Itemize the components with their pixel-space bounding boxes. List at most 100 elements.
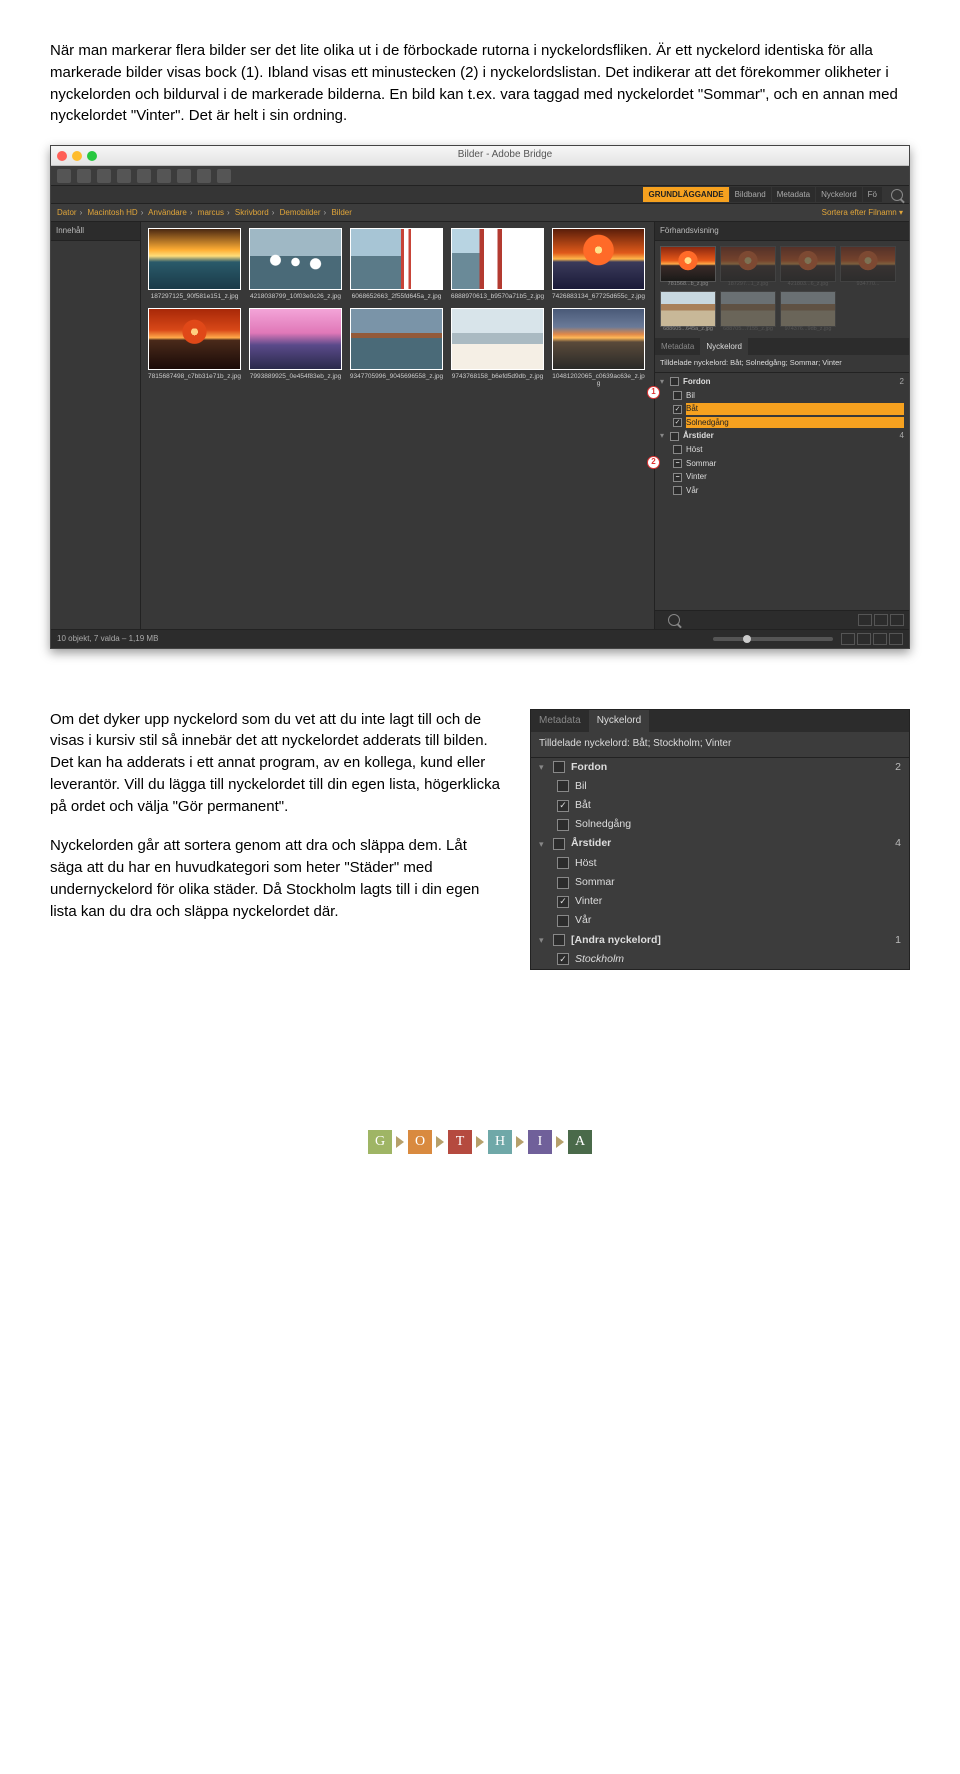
rotate-cw-icon[interactable] — [197, 169, 211, 183]
keyword-category[interactable]: ▾Årstider4 — [531, 834, 909, 853]
keyword-item-italic[interactable]: Stockholm — [531, 950, 909, 969]
content-panel: Innehåll — [51, 222, 141, 629]
keyword-item[interactable]: Bil — [531, 777, 909, 796]
checkbox-icon[interactable] — [673, 391, 682, 400]
checkbox-mixed-icon[interactable] — [673, 473, 682, 482]
new-subkeyword-icon[interactable] — [874, 614, 888, 626]
thumbnail-item[interactable]: 7426883134_67725d655c_z.jpg — [551, 228, 646, 300]
keyword-category-other[interactable]: ▾[Andra nyckelord]1 — [531, 931, 909, 950]
keyword-item[interactable]: Solnedgång — [531, 815, 909, 834]
rotate-ccw-icon[interactable] — [177, 169, 191, 183]
checkbox-icon[interactable] — [553, 838, 565, 850]
checkbox-icon[interactable] — [557, 819, 569, 831]
zoom-icon[interactable] — [87, 151, 97, 161]
thumbnail-item[interactable]: 4218038799_10f03e0c26_z.jpg — [248, 228, 343, 300]
keyword-item[interactable]: Sommar — [655, 457, 909, 471]
output-icon[interactable] — [157, 169, 171, 183]
thumbnail-item[interactable]: 9743768158_b6efd5d9db_z.jpg — [450, 308, 545, 387]
refine-icon[interactable] — [137, 169, 151, 183]
grid-view-icon[interactable] — [841, 633, 855, 645]
thumbnail-item[interactable]: 7815687498_c7bb31e71b_z.jpg — [147, 308, 242, 387]
lock-view-icon[interactable] — [857, 633, 871, 645]
keyword-item[interactable]: Vinter — [655, 470, 909, 484]
checkbox-icon[interactable] — [673, 445, 682, 454]
new-keyword-icon[interactable] — [858, 614, 872, 626]
keyword-item[interactable]: Solnedgång — [655, 416, 909, 430]
thumbnail-item[interactable]: 7993889925_0e454f83eb_z.jpg — [248, 308, 343, 387]
keyword-item[interactable]: Vår — [531, 911, 909, 930]
crumb-users[interactable]: Användare — [148, 208, 187, 217]
keyword-item[interactable]: Bil — [655, 389, 909, 403]
minimize-icon[interactable] — [72, 151, 82, 161]
checkbox-icon[interactable] — [553, 934, 565, 946]
checkbox-checked-icon[interactable] — [673, 418, 682, 427]
delete-keyword-icon[interactable] — [890, 614, 904, 626]
checkbox-icon[interactable] — [557, 857, 569, 869]
close-icon[interactable] — [57, 151, 67, 161]
keyword-category[interactable]: ▾Årstider4 — [655, 429, 909, 443]
crumb-computer[interactable]: Dator — [57, 208, 77, 217]
thumbnail-item[interactable]: 9347705996_9045696558_z.jpg — [349, 308, 444, 387]
tab-filmstrip[interactable]: Bildband — [730, 187, 771, 203]
tab-metadata[interactable]: Metadata — [772, 187, 815, 203]
checkbox-checked-icon[interactable] — [557, 953, 569, 965]
tab-metadata-sub[interactable]: Metadata — [655, 338, 700, 356]
reveal-icon[interactable] — [97, 169, 111, 183]
search-field[interactable] — [891, 189, 903, 201]
back-icon[interactable] — [57, 169, 71, 183]
keyword-item[interactable]: Båt — [531, 796, 909, 815]
checkbox-icon[interactable] — [557, 877, 569, 889]
keyword-category[interactable]: ▾Fordon2 — [655, 375, 909, 389]
checkbox-mixed-icon[interactable] — [673, 459, 682, 468]
preview-thumb[interactable]: 688705...7155_z.jpg — [720, 291, 776, 333]
tab-keywords-sub[interactable]: Nyckelord — [700, 338, 748, 356]
tab-keywords-sub2[interactable]: Nyckelord — [589, 710, 649, 733]
crumb-disk[interactable]: Macintosh HD — [87, 208, 137, 217]
crumb-demobilder[interactable]: Demobilder — [280, 208, 321, 217]
preview-thumb[interactable]: 974376...9db_z.jpg — [780, 291, 836, 333]
checkbox-icon[interactable] — [670, 377, 679, 386]
checkbox-icon[interactable] — [670, 432, 679, 441]
preview-thumb[interactable]: 781568...b_z.jpg — [660, 246, 716, 288]
checkbox-icon[interactable] — [673, 486, 682, 495]
tab-basic[interactable]: GRUNDLÄGGANDE — [643, 187, 728, 203]
checkbox-icon[interactable] — [557, 915, 569, 927]
keyword-item[interactable]: Vår — [655, 484, 909, 498]
tab-metadata-sub2[interactable]: Metadata — [531, 710, 589, 733]
thumbnail-item[interactable]: 6888970613_b9570a71b5_z.jpg — [450, 228, 545, 300]
preview-thumb[interactable]: 688605...645a_z.jpg — [660, 291, 716, 333]
checkbox-checked-icon[interactable] — [557, 896, 569, 908]
trash-icon[interactable] — [217, 169, 231, 183]
camera-icon[interactable] — [117, 169, 131, 183]
thumbnail-item[interactable]: 187297125_90f581e151_z.jpg — [147, 228, 242, 300]
thumbnail-item[interactable]: 6068652663_2f55fd645a_z.jpg — [349, 228, 444, 300]
preview-thumb[interactable]: 934770... — [840, 246, 896, 288]
checkbox-checked-icon[interactable] — [557, 800, 569, 812]
keyword-category[interactable]: ▾Fordon2 — [531, 758, 909, 777]
crumb-bilder[interactable]: Bilder — [331, 208, 351, 217]
keyword-item[interactable]: Höst — [655, 443, 909, 457]
checkbox-icon[interactable] — [557, 780, 569, 792]
breadcrumb[interactable]: Dator› Macintosh HD› Användare› marcus› … — [57, 207, 352, 219]
tab-more[interactable]: Fö — [863, 187, 882, 203]
keyword-search[interactable] — [668, 614, 680, 626]
keyword-item[interactable]: Vinter — [531, 892, 909, 911]
crumb-desktop[interactable]: Skrivbord — [235, 208, 269, 217]
checkbox-checked-icon[interactable] — [673, 405, 682, 414]
keyword-item[interactable]: Sommar — [531, 873, 909, 892]
window-controls[interactable] — [57, 151, 97, 161]
gothia-logo: G O T H I A — [50, 1130, 910, 1154]
checkbox-icon[interactable] — [553, 761, 565, 773]
forward-icon[interactable] — [77, 169, 91, 183]
thumbnail-size-slider[interactable] — [713, 637, 833, 641]
tab-keywords[interactable]: Nyckelord — [816, 187, 862, 203]
thumbnail-item[interactable]: 10481202065_c0639ac63e_z.jpg — [551, 308, 646, 387]
keyword-item[interactable]: Båt — [655, 402, 909, 416]
preview-thumb[interactable]: 187297...1_z.jpg — [720, 246, 776, 288]
preview-thumb[interactable]: 421803...6_z.jpg — [780, 246, 836, 288]
details-view-icon[interactable] — [889, 633, 903, 645]
sort-dropdown[interactable]: Sortera efter Filnamn ▾ — [822, 207, 903, 219]
list-view-icon[interactable] — [873, 633, 887, 645]
crumb-user[interactable]: marcus — [198, 208, 224, 217]
keyword-item[interactable]: Höst — [531, 854, 909, 873]
